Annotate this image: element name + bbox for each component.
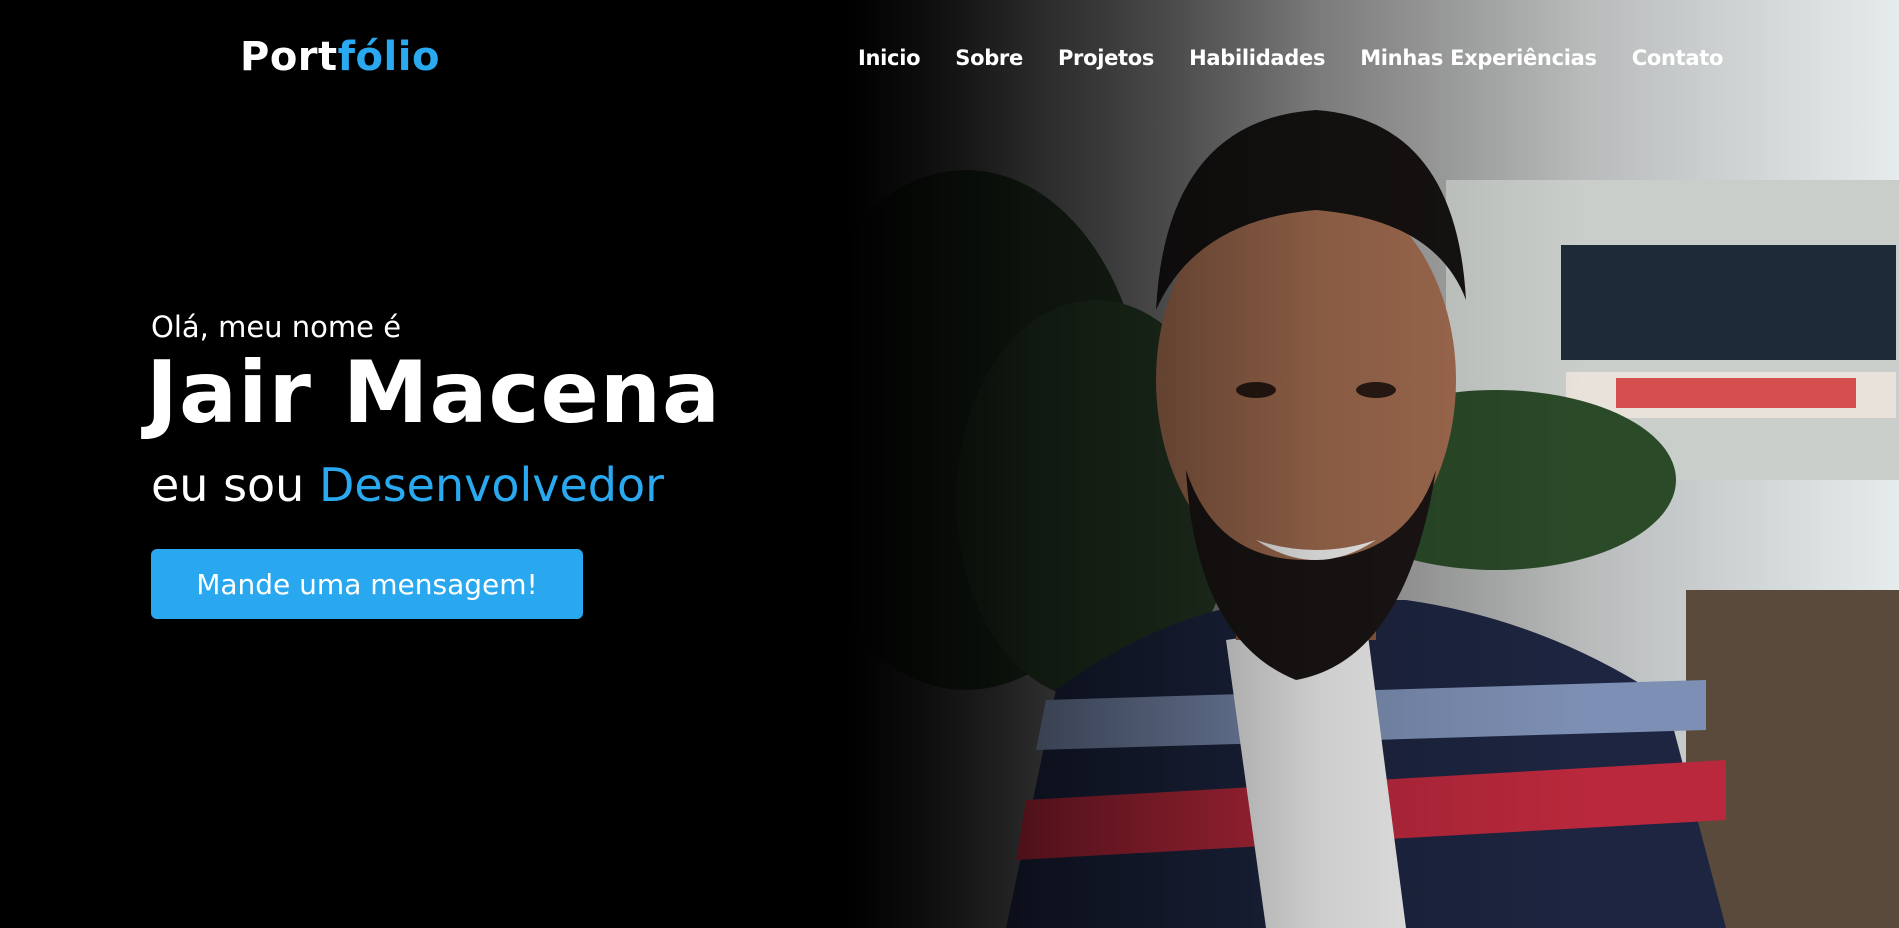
- profile-photo-image: [846, 0, 1899, 928]
- hero-greeting: Olá, meu nome é: [151, 310, 402, 344]
- hero-name: Jair Macena: [146, 343, 722, 443]
- page: Portfólio Inicio Sobre Projetos Habilida…: [0, 0, 1899, 928]
- nav-link-habilidades[interactable]: Habilidades: [1189, 46, 1325, 70]
- send-message-button[interactable]: Mande uma mensagem!: [151, 549, 583, 619]
- logo[interactable]: Portfólio: [240, 34, 440, 80]
- nav-link-contato[interactable]: Contato: [1632, 46, 1724, 70]
- logo-text-part1: Port: [240, 34, 338, 80]
- nav-link-experiencias[interactable]: Minhas Experiências: [1360, 46, 1597, 70]
- logo-text-part2: fólio: [337, 34, 440, 80]
- nav-link-inicio[interactable]: Inicio: [858, 46, 921, 70]
- nav-link-sobre[interactable]: Sobre: [955, 46, 1023, 70]
- nav-link-projetos[interactable]: Projetos: [1058, 46, 1154, 70]
- hero-role: Desenvolvedor: [318, 458, 665, 512]
- main-nav: Inicio Sobre Projetos Habilidades Minhas…: [858, 46, 1723, 70]
- hero-photo: [846, 0, 1899, 928]
- hero-role-line: eu sou Desenvolvedor: [151, 462, 664, 508]
- hero-role-prefix: eu sou: [151, 458, 319, 512]
